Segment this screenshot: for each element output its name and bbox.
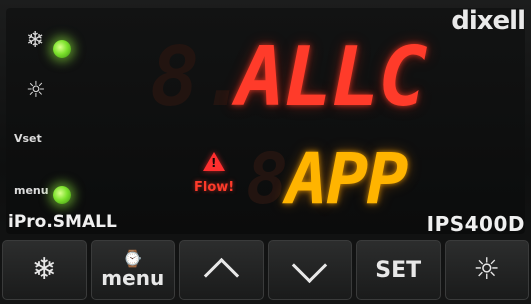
menu-button-label: menu	[101, 266, 165, 290]
top-display-ghost: 8.	[150, 30, 249, 125]
down-button[interactable]	[267, 240, 352, 300]
chevron-down-icon	[292, 247, 328, 283]
vset-label: Vset	[14, 132, 42, 145]
set-button[interactable]: SET	[356, 240, 441, 300]
defrost-button[interactable]: ❄	[2, 240, 87, 300]
button-row: ❄ ⌚ menu SET ☼	[0, 240, 531, 304]
chevron-up-icon	[203, 257, 239, 293]
menu-button[interactable]: ⌚ menu	[90, 240, 175, 300]
sun-icon: ☼	[473, 252, 501, 287]
model-name-left: iPro.SMALL	[8, 212, 117, 232]
top-display: ALLC	[236, 30, 427, 125]
set-button-label: SET	[375, 257, 422, 283]
bottom-display: APP	[286, 138, 408, 220]
clock-icon: ⌚	[122, 249, 143, 268]
model-name-right: IPS400D	[426, 212, 525, 236]
up-button[interactable]	[179, 240, 264, 300]
controller-panel: dixell ❄ ☼ Vset menu iPro.SMALL IPS400D …	[0, 0, 531, 304]
light-button[interactable]: ☼	[444, 240, 529, 300]
menu-led	[53, 186, 71, 204]
flow-alarm-label: Flow!	[194, 180, 235, 195]
alarm-warning-icon	[203, 152, 225, 171]
snowflake-indicator-icon: ❄	[26, 28, 45, 53]
snowflake-icon: ❄	[31, 252, 57, 287]
snowflake-led	[53, 40, 71, 58]
brand-logo: dixell	[451, 6, 526, 36]
bottom-display-ghost: 8	[246, 138, 289, 220]
menu-indicator-label: menu	[14, 184, 49, 197]
sun-indicator-icon: ☼	[26, 78, 46, 103]
